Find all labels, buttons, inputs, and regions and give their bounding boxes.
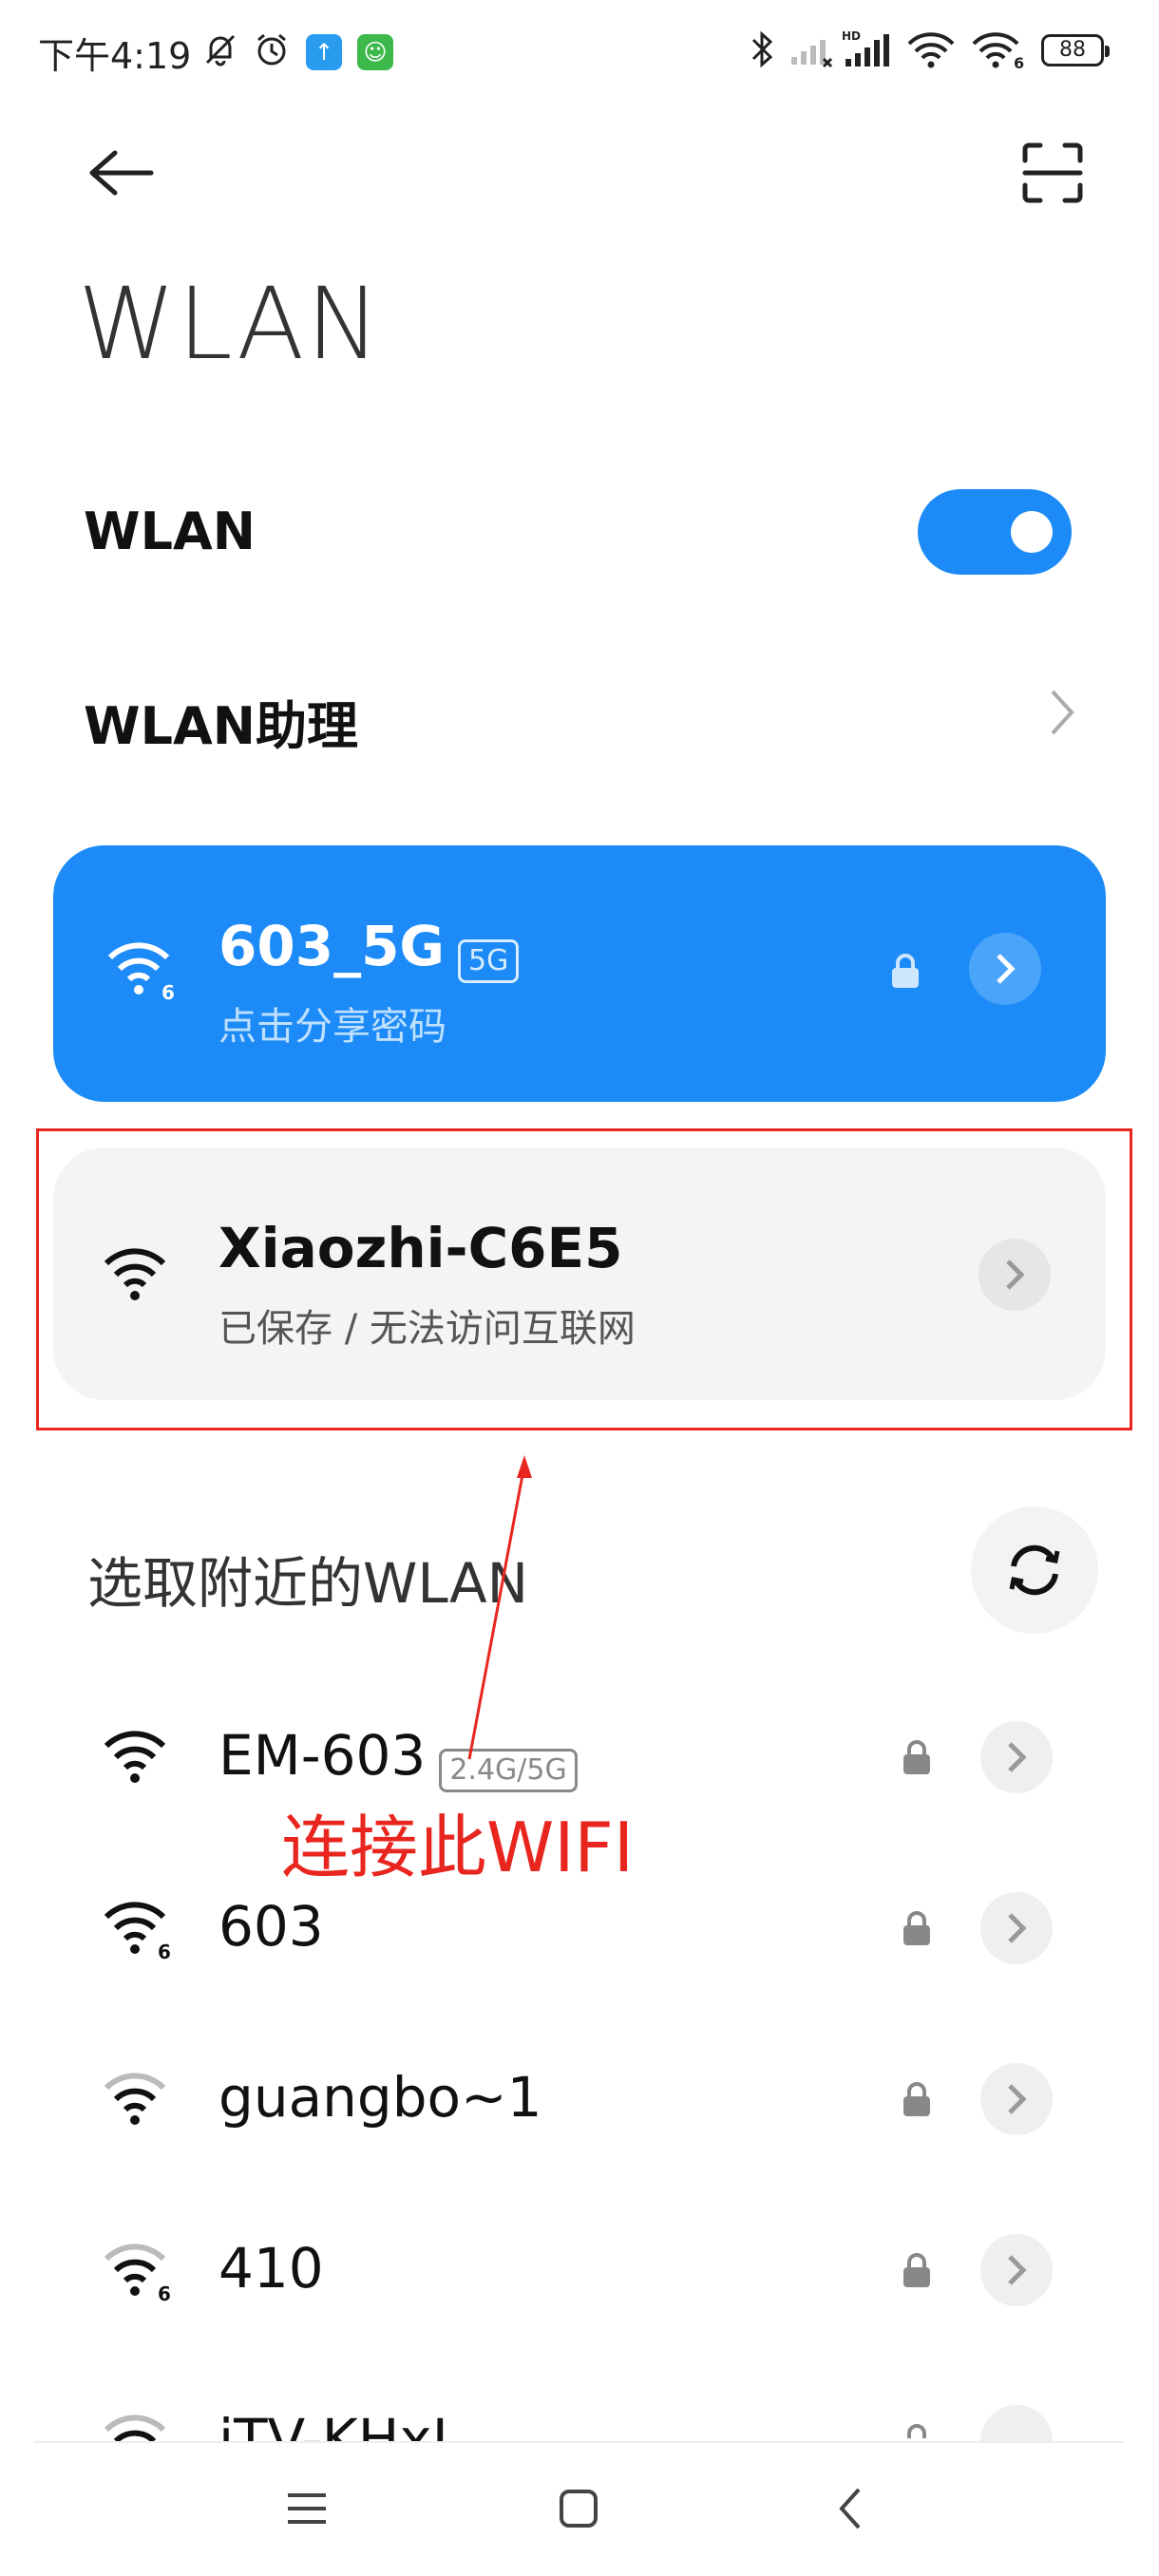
annotation-text: 连接此WIFI — [281, 1808, 635, 1887]
back-nav-button[interactable] — [809, 2468, 891, 2549]
home-icon — [560, 2490, 598, 2528]
divider — [34, 2441, 1125, 2443]
navigation-bar — [0, 2441, 1159, 2576]
menu-icon — [288, 2493, 326, 2524]
recents-button[interactable] — [266, 2468, 348, 2549]
home-button[interactable] — [538, 2468, 619, 2549]
back-chevron-icon — [839, 2488, 861, 2529]
annotation-arrow — [467, 1455, 532, 1760]
